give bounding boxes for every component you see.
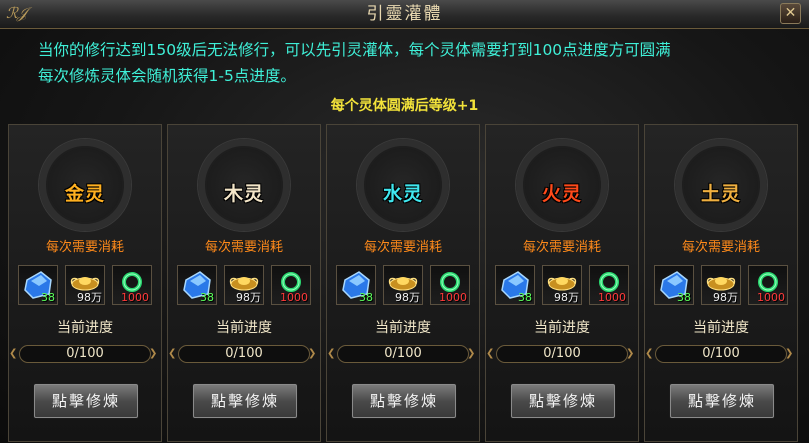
item-slot[interactable]: 38 [495, 265, 535, 305]
item-amount: 1000 [280, 291, 308, 304]
spirit-infusion-window: ℛ𝒥 引靈灌體 ✕ 当你的修行达到150级后无法修行，可以先引灵灌体，每个灵体需… [0, 0, 809, 443]
progress-bar: 0/100 [655, 345, 787, 363]
progress-label: 当前进度 [375, 320, 431, 336]
item-amount: 98万 [77, 291, 102, 304]
cultivate-button-water[interactable]: 點擊修煉 [352, 384, 456, 418]
close-button[interactable]: ✕ [780, 3, 801, 24]
spirit-element-name: 金灵 [64, 183, 105, 205]
cost-label: 每次需要消耗 [522, 240, 601, 255]
item-slot[interactable]: 98万 [383, 265, 423, 305]
item-slot[interactable]: 38 [177, 265, 217, 305]
bar-right-ornament-icon: ❯ [149, 348, 158, 359]
item-amount: 38 [41, 291, 55, 304]
progress-label: 当前进度 [534, 320, 590, 336]
cost-label: 每次需要消耗 [363, 240, 442, 255]
spirit-card-gold: 金灵 每次需要消耗 38 98万 1000 当前进度 ❮ 0/100 ❯ 點擊修… [8, 124, 162, 442]
item-slot[interactable]: 1000 [430, 265, 470, 305]
progress-value: 0/100 [543, 346, 581, 361]
item-slot[interactable]: 38 [18, 265, 58, 305]
progress-value: 0/100 [225, 346, 263, 361]
item-amount: 1000 [121, 291, 149, 304]
item-slot[interactable]: 1000 [748, 265, 788, 305]
spirit-element-name: 土灵 [700, 183, 741, 205]
spirit-card-fire: 火灵 每次需要消耗 38 98万 1000 当前进度 ❮ 0/100 ❯ 點擊修… [485, 124, 639, 442]
intro-text-line-2: 每次修炼灵体会随机获得1-5点进度。 [38, 67, 296, 85]
bar-right-ornament-icon: ❯ [308, 348, 317, 359]
bar-right-ornament-icon: ❯ [467, 348, 476, 359]
window-title: 引靈灌體 [366, 4, 443, 24]
item-amount: 38 [677, 291, 691, 304]
item-amount: 38 [200, 291, 214, 304]
item-slot[interactable]: 1000 [589, 265, 629, 305]
cost-label: 每次需要消耗 [681, 240, 760, 255]
cultivate-button-earth[interactable]: 點擊修煉 [670, 384, 774, 418]
spirit-element-name: 水灵 [382, 183, 423, 205]
progress-value: 0/100 [66, 346, 104, 361]
item-amount: 1000 [757, 291, 785, 304]
cultivate-button-fire[interactable]: 點擊修煉 [511, 384, 615, 418]
cost-label: 每次需要消耗 [45, 240, 124, 255]
cost-label: 每次需要消耗 [204, 240, 283, 255]
item-amount: 98万 [236, 291, 261, 304]
item-slot[interactable]: 98万 [65, 265, 105, 305]
item-slot[interactable]: 98万 [224, 265, 264, 305]
spirit-element-name: 木灵 [223, 183, 264, 205]
spirit-card-earth: 土灵 每次需要消耗 38 98万 1000 当前进度 ❮ 0/100 ❯ 點擊修… [644, 124, 798, 442]
spirit-card-wood: 木灵 每次需要消耗 38 98万 1000 当前进度 ❮ 0/100 ❯ 點擊修… [167, 124, 321, 442]
item-amount: 98万 [713, 291, 738, 304]
item-amount: 98万 [395, 291, 420, 304]
item-slot[interactable]: 98万 [542, 265, 582, 305]
item-amount: 1000 [439, 291, 467, 304]
bar-right-ornament-icon: ❯ [626, 348, 635, 359]
progress-value: 0/100 [384, 346, 422, 361]
spirit-card-water: 水灵 每次需要消耗 38 98万 1000 当前进度 ❮ 0/100 ❯ 點擊修… [326, 124, 480, 442]
progress-bar: 0/100 [19, 345, 151, 363]
item-slot[interactable]: 98万 [701, 265, 741, 305]
level-up-note: 每个灵体圆满后等级+1 [330, 98, 479, 114]
item-amount: 38 [359, 291, 373, 304]
progress-value: 0/100 [702, 346, 740, 361]
progress-label: 当前进度 [693, 320, 749, 336]
item-slot[interactable]: 38 [336, 265, 376, 305]
item-amount: 98万 [554, 291, 579, 304]
spirit-element-name: 火灵 [541, 183, 582, 205]
progress-bar: 0/100 [178, 345, 310, 363]
progress-bar: 0/100 [337, 345, 469, 363]
progress-label: 当前进度 [216, 320, 272, 336]
progress-bar: 0/100 [496, 345, 628, 363]
item-slot[interactable]: 1000 [271, 265, 311, 305]
bar-right-ornament-icon: ❯ [785, 348, 794, 359]
intro-text-line-1: 当你的修行达到150级后无法修行，可以先引灵灌体，每个灵体需要打到100点进度方… [38, 41, 671, 59]
progress-label: 当前进度 [57, 320, 113, 336]
item-slot[interactable]: 1000 [112, 265, 152, 305]
cultivate-button-wood[interactable]: 點擊修煉 [193, 384, 297, 418]
item-slot[interactable]: 38 [654, 265, 694, 305]
item-amount: 1000 [598, 291, 626, 304]
cultivate-button-gold[interactable]: 點擊修煉 [34, 384, 138, 418]
item-amount: 38 [518, 291, 532, 304]
title-bar[interactable]: ℛ𝒥 引靈灌體 ✕ [0, 0, 809, 29]
